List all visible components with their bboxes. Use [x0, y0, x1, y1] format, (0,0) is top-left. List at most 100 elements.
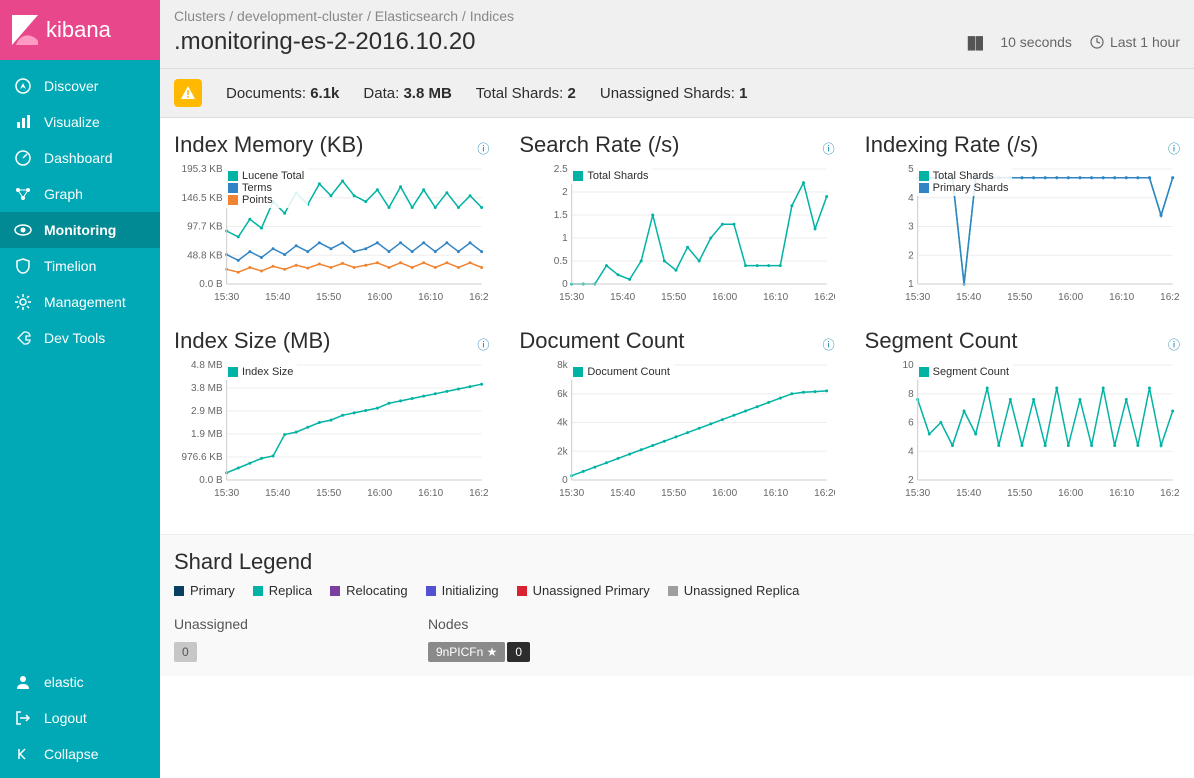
nav-item-graph[interactable]: Graph	[0, 176, 160, 212]
shard-legend: PrimaryReplicaRelocatingInitializingUnas…	[174, 583, 1180, 598]
chart-plot[interactable]: 02k4k6k8k15:3015:4015:5016:0016:1016:20 …	[519, 360, 834, 500]
breadcrumb-item[interactable]: Clusters	[174, 8, 225, 24]
svg-text:16:20: 16:20	[814, 292, 834, 303]
svg-text:2.9 MB: 2.9 MB	[191, 406, 223, 417]
warning-icon[interactable]	[174, 79, 202, 107]
nav-item-timelion[interactable]: Timelion	[0, 248, 160, 284]
svg-text:16:10: 16:10	[418, 488, 443, 499]
svg-text:16:00: 16:00	[367, 292, 392, 303]
nav-item-logout[interactable]: Logout	[0, 700, 160, 736]
svg-text:1.9 MB: 1.9 MB	[191, 429, 223, 440]
sidebar: kibana Discover Visualize Dashboard Grap…	[0, 0, 160, 778]
chart-plot[interactable]: 24681015:3015:4015:5016:0016:1016:20 Seg…	[865, 360, 1180, 500]
nav-item-monitoring[interactable]: Monitoring	[0, 212, 160, 248]
svg-text:15:30: 15:30	[559, 292, 584, 303]
title-bar: .monitoring-es-2-2016.10.20 ▮▮ 10 second…	[160, 28, 1194, 68]
nav-item-dev-tools[interactable]: Dev Tools	[0, 320, 160, 356]
stat-item: Data: 3.8 MB	[363, 85, 451, 102]
svg-text:8k: 8k	[557, 360, 569, 371]
breadcrumb: Clusters / development-cluster / Elastic…	[160, 0, 1194, 28]
svg-text:0: 0	[562, 475, 568, 486]
nav-label: elastic	[44, 674, 84, 690]
svg-text:48.8 KB: 48.8 KB	[187, 250, 223, 261]
svg-text:6: 6	[908, 418, 914, 429]
svg-text:15:50: 15:50	[661, 488, 686, 499]
svg-text:16:00: 16:00	[367, 488, 392, 499]
svg-text:0: 0	[562, 279, 568, 290]
time-range-label: Last 1 hour	[1110, 34, 1180, 50]
breadcrumb-item[interactable]: development-cluster	[237, 8, 363, 24]
info-icon[interactable]: ⓘ	[477, 140, 489, 157]
node-count-badge[interactable]: 0	[507, 642, 530, 662]
nav-item-management[interactable]: Management	[0, 284, 160, 320]
svg-text:15:50: 15:50	[316, 488, 341, 499]
eye-icon	[14, 221, 32, 239]
svg-text:3: 3	[908, 222, 914, 233]
nav-item-elastic[interactable]: elastic	[0, 664, 160, 700]
nav-label: Dev Tools	[44, 330, 105, 346]
chart-legend: Total Shards	[569, 168, 652, 184]
svg-text:1: 1	[562, 233, 568, 244]
collapse-icon	[14, 745, 32, 763]
chart-index-memory: Index Memory (KB) ⓘ 0.0 B48.8 KB97.7 KB1…	[174, 132, 489, 304]
info-icon[interactable]: ⓘ	[477, 336, 489, 353]
chart-plot[interactable]: 0.0 B48.8 KB97.7 KB146.5 KB195.3 KB15:30…	[174, 164, 489, 304]
logo-text: kibana	[46, 17, 111, 43]
svg-text:4.8 MB: 4.8 MB	[191, 360, 223, 371]
shard-legend-item: Unassigned Replica	[668, 583, 800, 598]
chart-title: Index Memory (KB)	[174, 132, 364, 158]
svg-text:15:30: 15:30	[905, 292, 930, 303]
chart-plot[interactable]: 00.511.522.515:3015:4015:5016:0016:1016:…	[519, 164, 834, 304]
logo[interactable]: kibana	[0, 0, 160, 60]
node-name: 9nPICFn	[436, 645, 483, 659]
svg-text:15:30: 15:30	[214, 292, 239, 303]
svg-text:15:40: 15:40	[610, 488, 635, 499]
breadcrumb-item[interactable]: Indices	[470, 8, 514, 24]
breadcrumb-item[interactable]: Elasticsearch	[375, 8, 458, 24]
svg-text:16:20: 16:20	[814, 488, 834, 499]
wrench-icon	[14, 329, 32, 347]
svg-text:15:40: 15:40	[265, 488, 290, 499]
user-icon	[14, 673, 32, 691]
page-title: .monitoring-es-2-2016.10.20	[174, 28, 476, 56]
svg-text:0.0 B: 0.0 B	[199, 279, 223, 290]
chart-plot[interactable]: 1234515:3015:4015:5016:0016:1016:20 Tota…	[865, 164, 1180, 304]
info-icon[interactable]: ⓘ	[823, 140, 835, 157]
svg-text:2.5: 2.5	[554, 164, 568, 175]
shard-legend-title: Shard Legend	[174, 549, 1180, 575]
kibana-logo-icon	[12, 15, 38, 45]
svg-text:3.8 MB: 3.8 MB	[191, 383, 223, 394]
chart-segment-count: Segment Count ⓘ 24681015:3015:4015:5016:…	[865, 328, 1180, 500]
node-name-badge[interactable]: 9nPICFn ★	[428, 642, 505, 662]
stat-item: Documents: 6.1k	[226, 85, 339, 102]
charts-grid: Index Memory (KB) ⓘ 0.0 B48.8 KB97.7 KB1…	[160, 118, 1194, 514]
nav-item-collapse[interactable]: Collapse	[0, 736, 160, 772]
unassigned-count-badge[interactable]: 0	[174, 642, 197, 662]
svg-text:4: 4	[908, 446, 914, 457]
svg-text:146.5 KB: 146.5 KB	[182, 193, 223, 204]
svg-text:16:10: 16:10	[418, 292, 443, 303]
svg-text:15:50: 15:50	[1007, 292, 1032, 303]
compass-icon	[14, 77, 32, 95]
info-icon[interactable]: ⓘ	[1168, 336, 1180, 353]
time-range[interactable]: Last 1 hour	[1090, 34, 1180, 50]
chart-legend: Index Size	[224, 364, 297, 380]
chart-title: Segment Count	[865, 328, 1018, 354]
svg-text:16:10: 16:10	[1109, 292, 1134, 303]
svg-text:8: 8	[908, 389, 914, 400]
main: Clusters / development-cluster / Elastic…	[160, 0, 1194, 778]
nav-item-discover[interactable]: Discover	[0, 68, 160, 104]
chart-index-size: Index Size (MB) ⓘ 0.0 B976.6 KB1.9 MB2.9…	[174, 328, 489, 500]
info-icon[interactable]: ⓘ	[1168, 140, 1180, 157]
nav-item-visualize[interactable]: Visualize	[0, 104, 160, 140]
nav-item-dashboard[interactable]: Dashboard	[0, 140, 160, 176]
pause-icon[interactable]: ▮▮	[967, 32, 983, 53]
shard-legend-item: Replica	[253, 583, 312, 598]
bar-icon	[14, 113, 32, 131]
refresh-interval[interactable]: 10 seconds	[1000, 34, 1072, 50]
svg-text:16:20: 16:20	[1160, 292, 1180, 303]
chart-plot[interactable]: 0.0 B976.6 KB1.9 MB2.9 MB3.8 MB4.8 MB15:…	[174, 360, 489, 500]
nav-label: Management	[44, 294, 126, 310]
info-icon[interactable]: ⓘ	[823, 336, 835, 353]
nav-label: Discover	[44, 78, 98, 94]
